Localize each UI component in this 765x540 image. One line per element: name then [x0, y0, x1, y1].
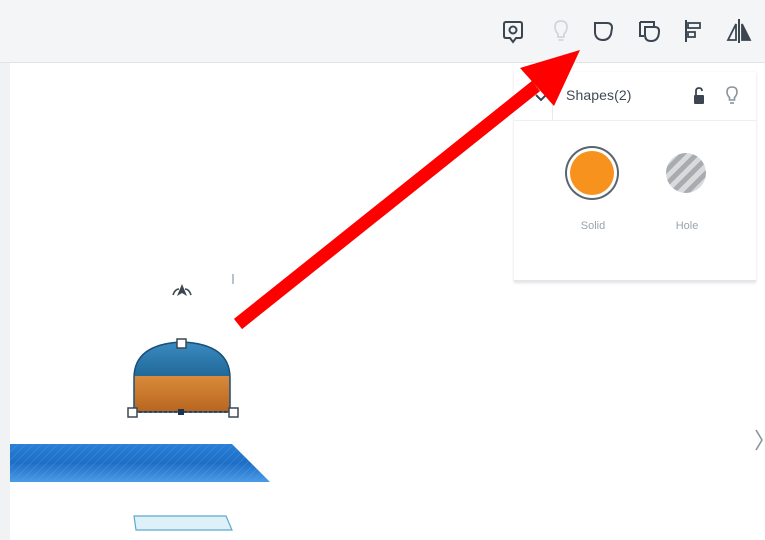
note-pin-button[interactable]: [496, 14, 530, 48]
light-bulb-icon: [726, 86, 738, 104]
align-icon: [685, 20, 701, 42]
workplane[interactable]: [0, 430, 290, 494]
align-button[interactable]: [676, 14, 710, 48]
inspector-header: Shapes(2): [514, 72, 756, 121]
right-resize-handle[interactable]: [228, 407, 239, 418]
inspector-title: Shapes(2): [566, 87, 632, 103]
hole-swatch: [666, 153, 706, 193]
visibility-button[interactable]: [722, 83, 742, 109]
lock-icon: [694, 87, 704, 104]
top-resize-handle[interactable]: [176, 338, 187, 349]
group-button[interactable]: [586, 14, 620, 48]
shape-inspector-panel: Shapes(2) Solid Hole: [514, 72, 756, 282]
top-toolbar: [0, 0, 765, 63]
show-hide-button[interactable]: [544, 14, 578, 48]
lock-button[interactable]: [690, 84, 708, 108]
center-handle[interactable]: [178, 409, 184, 415]
collapse-icon: [535, 94, 547, 102]
hole-material-option[interactable]: Hole: [654, 148, 720, 248]
solid-material-option[interactable]: Solid: [560, 148, 626, 248]
ungroup-button[interactable]: [632, 14, 666, 48]
ungroup-icon: [639, 21, 661, 43]
mirror-button[interactable]: [722, 14, 756, 48]
collapse-button[interactable]: [532, 88, 550, 106]
header-divider: [552, 72, 553, 120]
grouped-shape[interactable]: [120, 328, 248, 428]
left-resize-handle[interactable]: [127, 407, 138, 418]
chevron-right-icon[interactable]: [752, 420, 765, 460]
rotate-handle-icon[interactable]: [170, 281, 194, 303]
mirror-icon: [726, 19, 752, 43]
dimension-tick: [232, 274, 234, 284]
hole-label: Hole: [675, 220, 699, 232]
solid-label: Solid: [580, 220, 606, 232]
cylinder-bottom: [134, 376, 230, 412]
shape-shadow-outline: [133, 515, 233, 531]
light-bulb-icon: [554, 20, 568, 41]
note-pin-icon: [503, 21, 523, 44]
solid-swatch: [570, 151, 614, 195]
group-icon: [594, 22, 614, 42]
